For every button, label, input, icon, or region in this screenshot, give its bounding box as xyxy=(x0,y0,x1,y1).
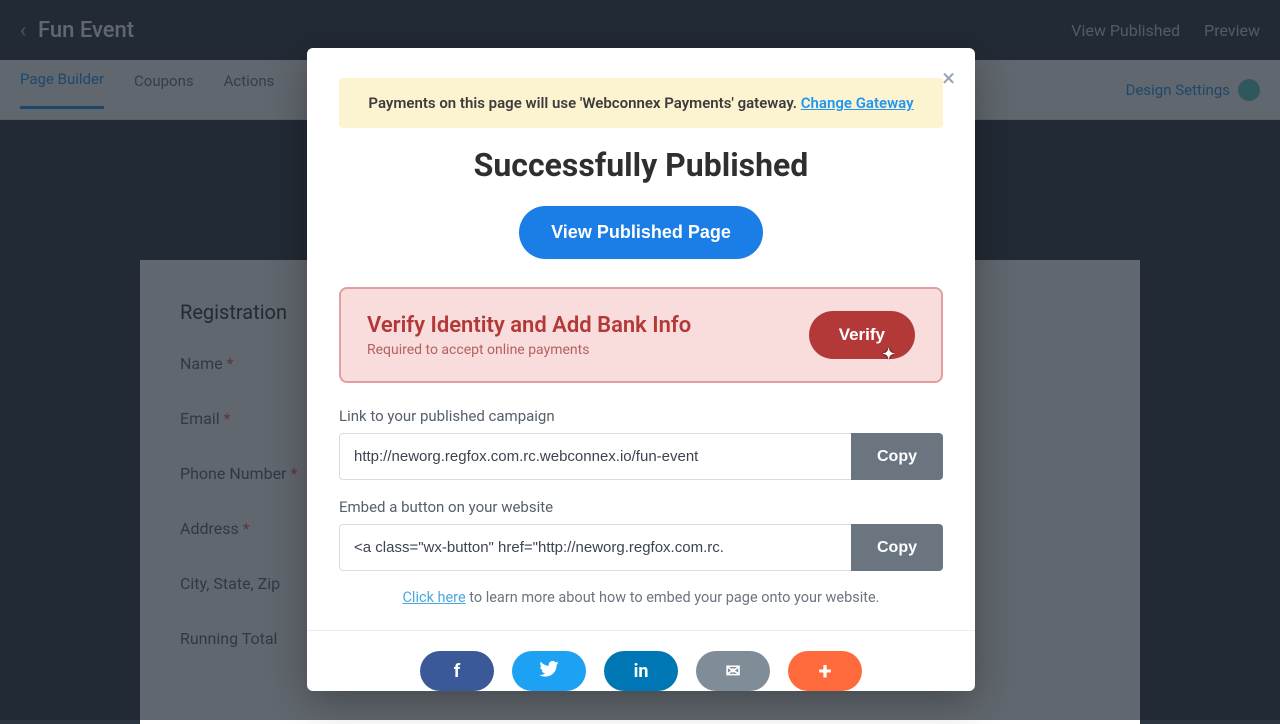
banner-text: Payments on this page will use 'Webconne… xyxy=(368,94,800,112)
email-share-button[interactable]: ✉ xyxy=(696,651,770,691)
email-icon: ✉ xyxy=(725,661,740,682)
verify-subtitle: Required to accept online payments xyxy=(367,342,691,358)
link-label: Link to your published campaign xyxy=(339,407,943,425)
embed-field-group: Embed a button on your website Copy xyxy=(339,498,943,571)
view-published-page-button[interactable]: View Published Page xyxy=(519,206,763,259)
gateway-banner: Payments on this page will use 'Webconne… xyxy=(339,78,943,128)
linkedin-icon: in xyxy=(634,661,649,682)
campaign-link-input[interactable] xyxy=(339,433,851,480)
plus-icon: + xyxy=(818,657,831,685)
learn-more-link[interactable]: Click here xyxy=(402,589,465,606)
twitter-icon xyxy=(539,661,559,682)
embed-code-input[interactable] xyxy=(339,524,851,571)
more-share-button[interactable]: + xyxy=(788,651,862,691)
share-bar: f in ✉ + xyxy=(307,630,975,691)
modal-title: Successfully Published xyxy=(307,146,975,184)
publish-modal: × Payments on this page will use 'Webcon… xyxy=(307,48,975,691)
linkedin-share-button[interactable]: in xyxy=(604,651,678,691)
twitter-share-button[interactable] xyxy=(512,651,586,691)
facebook-share-button[interactable]: f xyxy=(420,651,494,691)
link-field-group: Link to your published campaign Copy xyxy=(339,407,943,480)
copy-link-button[interactable]: Copy xyxy=(851,433,943,480)
copy-embed-button[interactable]: Copy xyxy=(851,524,943,571)
verify-card: Verify Identity and Add Bank Info Requir… xyxy=(339,287,943,383)
verify-button[interactable]: Verify ✦ xyxy=(809,311,915,359)
change-gateway-link[interactable]: Change Gateway xyxy=(801,94,914,112)
close-icon[interactable]: × xyxy=(942,66,955,90)
learn-more-text: Click here to learn more about how to em… xyxy=(339,589,943,606)
verify-title: Verify Identity and Add Bank Info xyxy=(367,313,691,338)
embed-label: Embed a button on your website xyxy=(339,498,943,516)
facebook-icon: f xyxy=(454,661,460,682)
cursor-icon: ✦ xyxy=(882,345,895,363)
